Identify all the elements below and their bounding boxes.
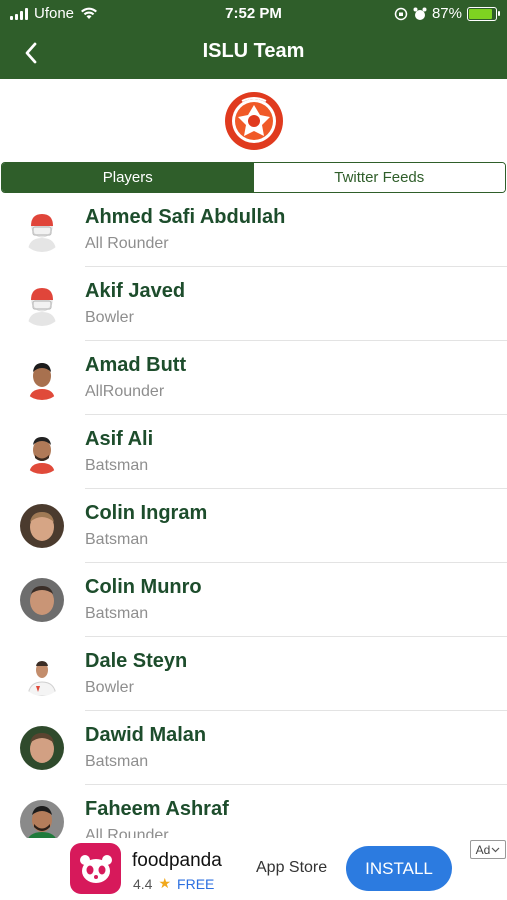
player-role: Bowler (85, 679, 134, 696)
player-photo (20, 356, 64, 400)
panda-icon (79, 854, 112, 883)
player-role: Batsman (85, 457, 149, 474)
players-list: Ahmed Safi Abdullah All Rounder Akif Jav… (0, 193, 507, 859)
ad-badge-label: Ad (475, 842, 491, 857)
list-item[interactable]: Ahmed Safi Abdullah All Rounder (0, 193, 507, 267)
placeholder-player-icon (20, 208, 64, 252)
tab-twitter-feeds-label: Twitter Feeds (334, 169, 425, 186)
player-name: Colin Ingram (85, 502, 208, 524)
player-name: Ahmed Safi Abdullah (85, 206, 286, 228)
list-item[interactable]: Colin Ingram Batsman (0, 489, 507, 563)
chevron-down-icon (491, 847, 500, 852)
player-name: Akif Javed (85, 280, 186, 302)
battery-icon (467, 6, 500, 21)
ad-app-name: foodpanda (132, 850, 222, 871)
ad-store-label: App Store (256, 859, 328, 876)
player-name: Dawid Malan (85, 724, 207, 746)
segmented-tabs: Players Twitter Feeds (1, 162, 506, 193)
ad-price: FREE (177, 875, 215, 892)
list-item[interactable]: Dawid Malan Batsman (0, 711, 507, 785)
player-photo (20, 430, 64, 474)
player-role: Bowler (85, 309, 134, 326)
list-item[interactable]: Asif Ali Batsman (0, 415, 507, 489)
player-role: Batsman (85, 531, 149, 548)
tab-players-label: Players (102, 169, 153, 186)
ad-rating: 4.4 (133, 875, 153, 892)
player-name: Faheem Ashraf (85, 798, 229, 820)
app-header: Ufone 7:52 PM 87% ISLU Team (0, 0, 507, 79)
team-logo (224, 91, 284, 151)
status-right: 87% (394, 5, 500, 22)
chevron-left-icon (25, 42, 37, 64)
placeholder-player-icon (20, 282, 64, 326)
nav-bar: ISLU Team (0, 28, 507, 79)
list-item[interactable]: Amad Butt AllRounder (0, 341, 507, 415)
player-photo (20, 652, 64, 696)
orientation-lock-icon (394, 7, 408, 20)
player-role: Batsman (85, 605, 149, 622)
install-button[interactable]: INSTALL (346, 846, 452, 891)
player-photo (20, 504, 64, 548)
list-item[interactable]: Akif Javed Bowler (0, 267, 507, 341)
ad-choices-badge[interactable]: Ad (470, 840, 506, 859)
back-button[interactable] (16, 38, 46, 68)
player-name: Dale Steyn (85, 650, 188, 672)
player-role: All Rounder (85, 235, 169, 252)
player-name: Asif Ali (85, 428, 154, 450)
alarm-icon (413, 7, 427, 20)
player-photo (20, 726, 64, 770)
page-title: ISLU Team (202, 40, 305, 62)
player-photo (20, 578, 64, 622)
foodpanda-icon[interactable] (70, 843, 121, 894)
tab-twitter-feeds[interactable]: Twitter Feeds (253, 163, 505, 192)
tab-players[interactable]: Players (2, 163, 254, 192)
list-item[interactable]: Dale Steyn Bowler (0, 637, 507, 711)
player-role: AllRounder (85, 383, 165, 400)
player-role: Batsman (85, 753, 149, 770)
player-name: Amad Butt (85, 354, 187, 376)
status-bar: Ufone 7:52 PM 87% (0, 0, 507, 28)
ad-rating-row: 4.4 ★ FREE (133, 875, 214, 892)
player-name: Colin Munro (85, 576, 202, 598)
list-item[interactable]: Colin Munro Batsman (0, 563, 507, 637)
star-icon: ★ (158, 875, 172, 891)
ad-banner[interactable]: foodpanda 4.4 ★ FREE App Store INSTALL A… (0, 838, 507, 900)
team-logo-image (225, 92, 283, 150)
battery-percent: 87% (431, 5, 462, 22)
